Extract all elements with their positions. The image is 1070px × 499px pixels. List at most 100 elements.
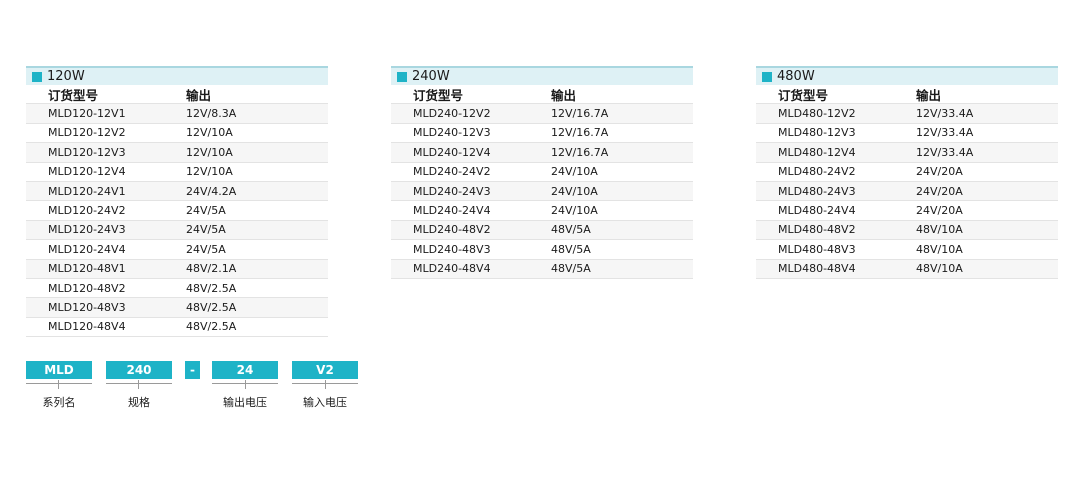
model-cell: MLD480-12V4 [778,145,856,159]
model-cell: MLD240-24V4 [413,204,491,218]
model-cell: MLD120-12V4 [48,165,126,179]
model-cell: MLD480-12V2 [778,107,856,121]
table-row: MLD120-24V2 24V/5A [26,201,328,221]
code-label-output-voltage: 输出电压 [223,396,267,409]
table-row: MLD480-12V4 12V/33.4A [756,143,1058,163]
code-tick [325,380,326,389]
column-header-output: 输出 [186,87,212,103]
table-header-row: 订货型号 输出 [756,85,1058,105]
model-cell: MLD120-48V4 [48,320,126,334]
code-part-output-voltage: 24 [212,361,278,379]
column-header-model: 订货型号 [778,87,829,103]
code-tick [58,380,59,389]
output-cell: 12V/33.4A [916,126,974,140]
output-cell: 12V/10A [186,165,233,179]
output-cell: 12V/8.3A [186,107,237,121]
output-cell: 24V/5A [186,223,226,237]
output-cell: 48V/2.1A [186,262,237,276]
model-cell: MLD240-48V3 [413,242,491,256]
output-cell: 24V/20A [916,165,963,179]
column-header-model: 订货型号 [413,87,464,103]
table-row: MLD120-24V1 24V/4.2A [26,181,328,202]
output-cell: 24V/10A [551,165,598,179]
table-row: MLD240-12V3 12V/16.7A [391,124,693,144]
code-underline [26,383,92,384]
table-row: MLD480-48V2 48V/10A [756,220,1058,241]
table-row: MLD240-24V2 24V/10A [391,163,693,182]
model-cell: MLD120-48V1 [48,262,126,276]
table-row: MLD120-24V4 24V/5A [26,240,328,260]
output-cell: 48V/5A [551,242,591,256]
model-cell: MLD240-12V3 [413,126,491,140]
table-row: MLD240-48V4 48V/5A [391,259,693,279]
model-cell: MLD240-24V2 [413,165,491,179]
table-240w: 240W 订货型号 输出 MLD240-12V2 12V/16.7A MLD240-12… [391,66,693,279]
model-cell: MLD120-48V3 [48,300,126,314]
output-cell: 12V/16.7A [551,126,609,140]
output-cell: 24V/20A [916,184,963,198]
table-title-bar: 480W [756,68,1058,85]
column-header-output: 输出 [551,87,577,103]
table-title-bar: 120W [26,68,328,85]
code-tick [138,380,139,389]
model-cell: MLD240-12V2 [413,107,491,121]
output-cell: 24V/4.2A [186,184,237,198]
table-rows: 订货型号 输出 MLD240-12V2 12V/16.7A MLD240-12V3 12V… [391,85,693,279]
output-cell: 12V/10A [186,145,233,159]
code-label-spec: 规格 [128,396,150,409]
model-cell: MLD120-48V2 [48,281,126,295]
table-row: MLD480-48V3 48V/10A [756,240,1058,260]
table-row: MLD240-24V3 24V/10A [391,181,693,202]
code-label-input-voltage: 输入电压 [303,396,347,409]
model-cell: MLD480-24V2 [778,165,856,179]
table-title: 480W [777,69,815,84]
model-cell: MLD120-24V2 [48,204,126,218]
model-cell: MLD120-24V1 [48,184,126,198]
code-underline [106,383,172,384]
table-row: MLD120-48V2 48V/2.5A [26,279,328,299]
code-part-series: MLD [26,361,92,379]
model-cell: MLD480-48V4 [778,262,856,276]
table-rows: 订货型号 输出 MLD480-12V2 12V/33.4A MLD480-12V3 12V… [756,85,1058,279]
table-row: MLD480-12V3 12V/33.4A [756,124,1058,144]
output-cell: 48V/5A [551,262,591,276]
model-cell: MLD120-12V1 [48,107,126,121]
square-bullet-icon [762,71,772,82]
table-row: MLD480-24V3 24V/20A [756,181,1058,202]
table-row: MLD120-12V4 12V/10A [26,163,328,182]
table-row: MLD120-48V1 48V/2.1A [26,259,328,279]
model-cell: MLD120-24V4 [48,242,126,256]
model-cell: MLD120-12V2 [48,126,126,140]
output-cell: 48V/5A [551,223,591,237]
model-cell: MLD120-24V3 [48,223,126,237]
table-title: 120W [47,69,85,84]
model-cell: MLD480-24V3 [778,184,856,198]
code-tick [245,380,246,389]
table-row: MLD480-48V4 48V/10A [756,259,1058,279]
output-cell: 24V/10A [551,184,598,198]
table-120w: 120W 订货型号 输出 MLD120-12V1 12V/8.3A MLD120-12V… [26,66,328,338]
table-header-row: 订货型号 输出 [391,85,693,105]
table-row: MLD480-12V2 12V/33.4A [756,104,1058,124]
output-cell: 24V/10A [551,204,598,218]
output-cell: 48V/2.5A [186,300,237,314]
code-part-dash: - [185,361,200,379]
table-title-bar: 240W [391,68,693,85]
model-cell: MLD240-48V2 [413,223,491,237]
code-label-series: 系列名 [42,396,76,409]
table-row: MLD240-12V2 12V/16.7A [391,104,693,124]
table-header-row: 订货型号 输出 [26,85,328,105]
output-cell: 24V/20A [916,204,963,218]
code-part-input-voltage: V2 [292,361,358,379]
output-cell: 12V/16.7A [551,107,609,121]
square-bullet-icon [32,71,42,82]
table-row: MLD120-12V3 12V/10A [26,143,328,163]
output-cell: 12V/16.7A [551,145,609,159]
output-cell: 24V/5A [186,242,226,256]
table-row: MLD240-24V4 24V/10A [391,201,693,221]
table-row: MLD120-12V2 12V/10A [26,124,328,144]
output-cell: 12V/10A [186,126,233,140]
square-bullet-icon [397,71,407,82]
table-480w: 480W 订货型号 输出 MLD480-12V2 12V/33.4A MLD480-12… [756,66,1058,279]
model-cell: MLD480-12V3 [778,126,856,140]
